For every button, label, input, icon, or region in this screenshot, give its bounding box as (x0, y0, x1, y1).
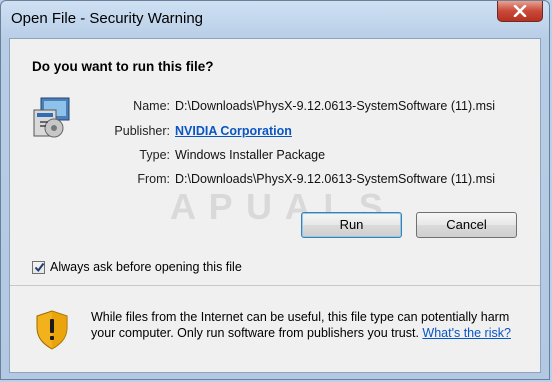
warning-section: While files from the Internet can be use… (10, 286, 540, 372)
security-warning-window: Open File - Security Warning Do you want… (0, 0, 550, 380)
name-row: Name: (10, 99, 170, 117)
shield-warning-icon (36, 310, 68, 350)
dialog-heading: Do you want to run this file? (32, 59, 214, 74)
whats-the-risk-link[interactable]: What's the risk? (422, 326, 511, 340)
from-row: From: (10, 172, 170, 190)
close-button[interactable] (497, 1, 543, 22)
title-bar[interactable]: Open File - Security Warning (1, 1, 549, 37)
publisher-link[interactable]: NVIDIA Corporation (175, 124, 292, 138)
publisher-label: Publisher: (114, 124, 170, 138)
name-value: D:\Downloads\PhysX-9.12.0613-SystemSoftw… (175, 99, 496, 113)
run-button[interactable]: Run (301, 212, 402, 238)
window-title: Open File - Security Warning (11, 10, 204, 27)
type-row: Type: (10, 148, 170, 166)
cancel-button[interactable]: Cancel (416, 212, 517, 238)
warning-message: While files from the Internet can be use… (91, 309, 526, 341)
type-value: Windows Installer Package (175, 148, 326, 162)
check-icon (34, 262, 45, 273)
name-label: Name: (133, 99, 170, 113)
file-info-section: Do you want to run this file? Name: D:\D… (10, 39, 540, 275)
dialog-body: Do you want to run this file? Name: D:\D… (9, 38, 541, 373)
type-label: Type: (139, 148, 170, 162)
always-ask-label[interactable]: Always ask before opening this file (50, 260, 242, 274)
close-icon (513, 5, 527, 17)
from-label: From: (137, 172, 170, 186)
always-ask-checkbox[interactable] (32, 261, 45, 274)
publisher-row: Publisher: (10, 124, 170, 142)
